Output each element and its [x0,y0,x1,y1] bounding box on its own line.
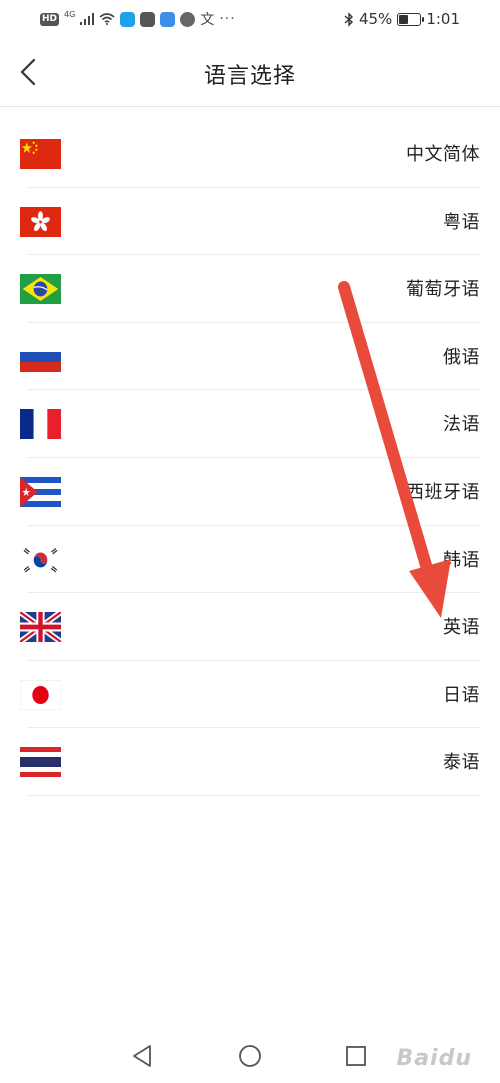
square-recents-icon [346,1046,366,1066]
triangle-back-icon [133,1045,151,1067]
korea-flag-icon [20,544,61,575]
mail-app-icon [140,11,156,27]
signal-icon [80,13,95,25]
brazil-flag-icon [20,274,61,305]
language-label: 中文简体 [406,144,480,165]
circle-home-icon [239,1045,261,1067]
language-item-thai[interactable]: 泰语 [0,728,500,796]
shield-app-icon [180,11,196,27]
status-right: 45% 1:01 [344,9,460,29]
network-type: 4G [64,9,76,19]
language-label: 葡萄牙语 [406,279,480,301]
uk-flag-icon [20,612,61,643]
language-item-portuguese[interactable]: 葡萄牙语 [0,255,500,323]
battery-icon [397,12,425,26]
page-title: 语言选择 [203,64,296,89]
nav-home-button[interactable] [236,1042,264,1070]
language-item-cantonese[interactable]: 粤语 [0,188,500,256]
language-item-french[interactable]: 法语 [0,390,500,458]
clock: 1:01 [426,10,460,28]
language-item-chinese-simplified[interactable]: 中文简体 [0,120,500,188]
cloud-app-icon [160,11,176,27]
language-item-japanese[interactable]: 日语 [0,661,500,729]
battery-percent: 45% [358,10,393,28]
language-item-spanish[interactable]: 西班牙语 [0,458,500,526]
status-left: HD 4G 文 ··· [40,9,236,29]
language-list: 中文简体 粤语 葡萄牙语 俄语 法语 西班牙语 韩语 英语 日语 泰语 [0,120,500,796]
cuba-flag-icon [20,476,61,507]
language-label: 日语 [443,684,480,706]
text-app-icon: 文 [200,12,215,28]
battery-level [399,14,409,24]
hd-badge: HD [40,12,60,26]
russia-flag-icon [20,341,61,372]
header: 语言选择 [0,38,500,107]
wifi-icon [99,13,115,25]
bluetooth-icon [344,11,353,27]
language-label: 法语 [443,414,480,436]
language-label: 粤语 [443,211,480,233]
nav-back-button[interactable] [130,1042,158,1070]
navigation-bar: Baidu [0,1030,500,1083]
status-bar: HD 4G 文 ··· 45% 1:01 [0,0,500,38]
language-item-korean[interactable]: 韩语 [0,526,500,594]
china-flag-icon [20,139,61,169]
more-notifications-icon: ··· [219,11,236,27]
language-label: 俄语 [443,346,480,368]
search-app-icon [120,11,136,27]
japan-flag-icon [20,679,61,710]
language-label: 西班牙语 [406,481,480,503]
divider [28,794,480,796]
language-item-russian[interactable]: 俄语 [0,323,500,391]
watermark-logo: Baidu [396,1046,472,1071]
france-flag-icon [20,409,61,440]
language-label: 泰语 [443,752,480,774]
language-label: 韩语 [443,549,480,571]
thailand-flag-icon [20,747,61,778]
language-label: 英语 [443,617,480,639]
language-item-english[interactable]: 英语 [0,593,500,661]
hong-kong-flag-icon [20,206,61,237]
nav-recents-button[interactable] [342,1042,370,1070]
